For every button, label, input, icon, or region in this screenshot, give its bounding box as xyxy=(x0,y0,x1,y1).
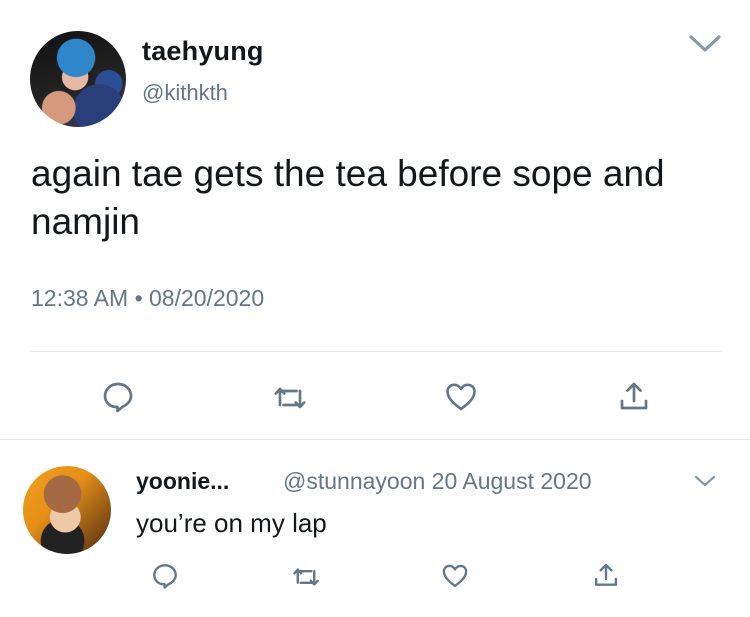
reply-icon[interactable] xyxy=(101,380,135,414)
reply-text: you’re on my lap xyxy=(136,508,327,538)
retweet-icon[interactable] xyxy=(292,563,320,591)
share-icon[interactable] xyxy=(617,378,651,412)
reply-handle-date[interactable]: @stunnayoon 20 August 2020 xyxy=(283,468,592,495)
retweet-icon[interactable] xyxy=(273,381,307,415)
heart-icon[interactable] xyxy=(444,380,478,414)
tweet-timestamp: 12:38 AM • 08/20/2020 xyxy=(31,285,265,311)
divider xyxy=(31,351,721,352)
reply-icon[interactable] xyxy=(151,562,179,590)
chevron-down-icon[interactable] xyxy=(694,474,716,489)
tweet-text: again tae gets the tea before sope and n… xyxy=(31,153,665,242)
profile-avatar[interactable] xyxy=(30,31,126,127)
reply-display-name[interactable]: yoonie... xyxy=(136,468,229,495)
share-icon[interactable] xyxy=(592,560,620,588)
reply-profile-avatar[interactable] xyxy=(23,466,111,554)
divider xyxy=(0,439,750,440)
heart-icon[interactable] xyxy=(441,562,469,590)
chevron-down-icon[interactable] xyxy=(688,33,722,55)
display-name[interactable]: taehyung xyxy=(142,36,264,67)
user-handle[interactable]: @kithkth xyxy=(142,80,228,106)
